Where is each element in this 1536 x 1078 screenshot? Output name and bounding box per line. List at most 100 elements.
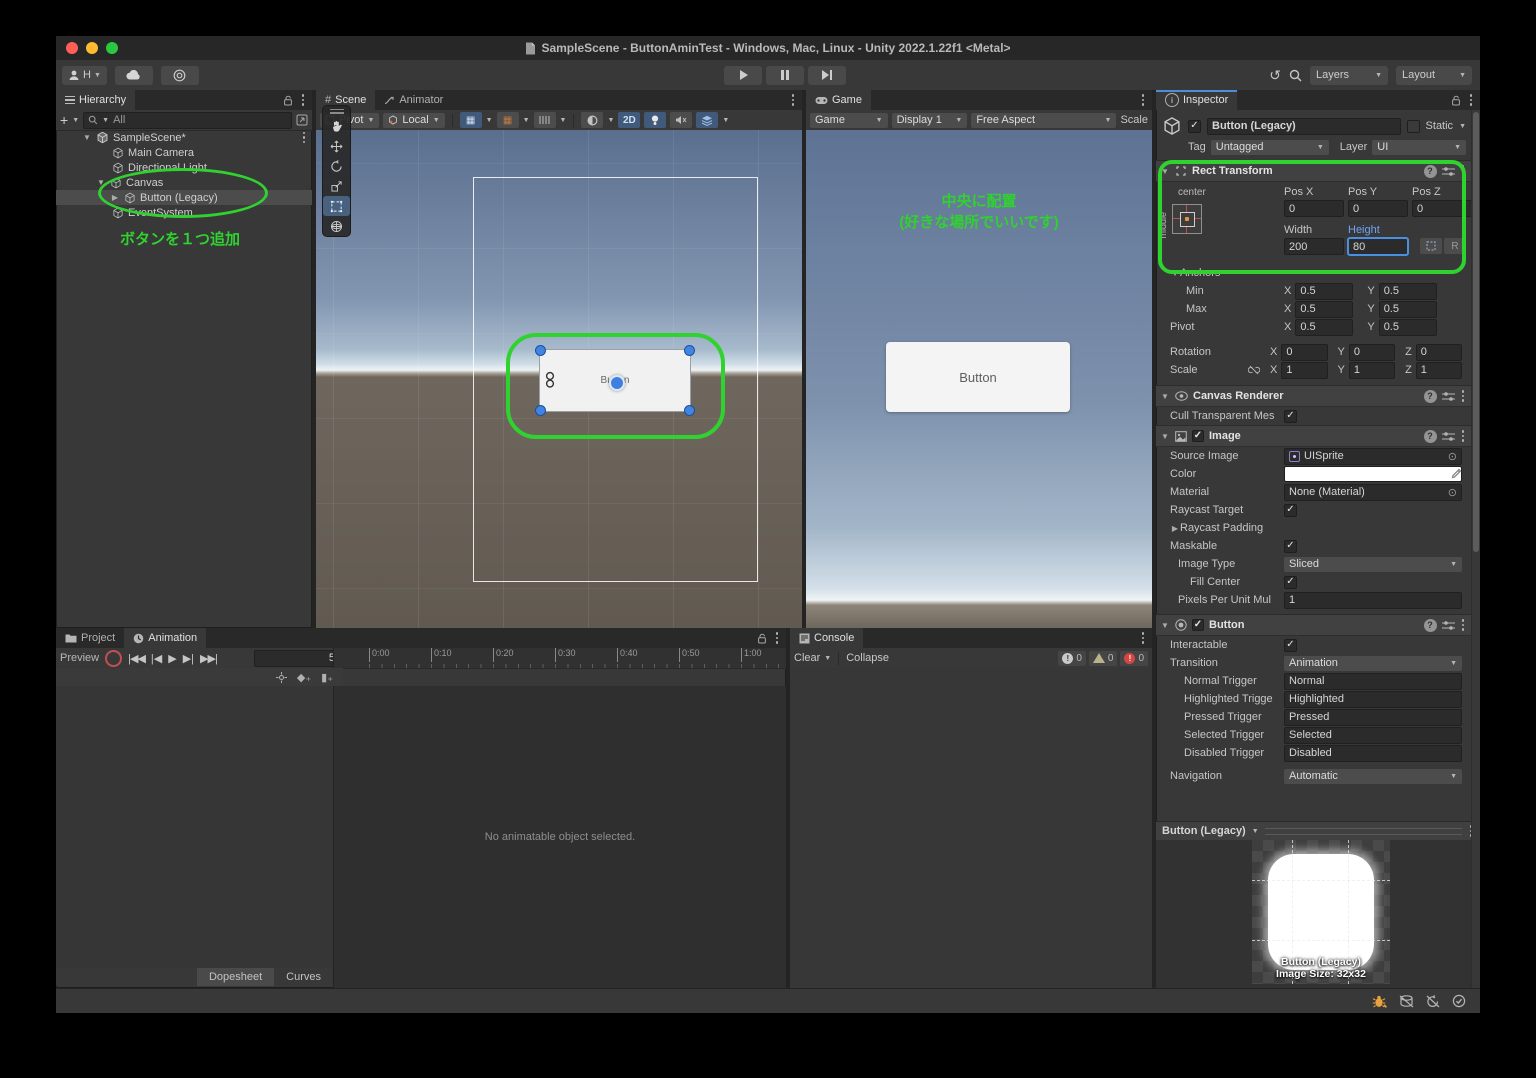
- raw-edit-button[interactable]: R: [1444, 238, 1466, 254]
- pivot-y-field[interactable]: 0.5: [1379, 319, 1437, 336]
- collapse-button[interactable]: Collapse: [846, 652, 889, 664]
- pivot-x-field[interactable]: 0.5: [1295, 319, 1353, 336]
- scale-x-field[interactable]: 1: [1281, 362, 1327, 379]
- scale-z-field[interactable]: 1: [1416, 362, 1462, 379]
- lock-icon[interactable]: [757, 633, 767, 644]
- search-icon[interactable]: [1289, 69, 1302, 82]
- anchor-min-x-field[interactable]: 0.5: [1295, 283, 1353, 300]
- component-menu-icon[interactable]: [1460, 619, 1467, 631]
- snap-increment-button[interactable]: ▦: [497, 112, 519, 128]
- anim-play-button[interactable]: ▶: [168, 652, 176, 665]
- game-button-object[interactable]: Button: [886, 342, 1070, 412]
- lock-icon[interactable]: [1451, 95, 1461, 106]
- pivot-handle[interactable]: [609, 375, 625, 391]
- presets-icon[interactable]: [1442, 620, 1455, 631]
- transform-tool[interactable]: [323, 216, 350, 236]
- hierarchy-search-input[interactable]: ▼All: [83, 112, 292, 129]
- rotation-z-field[interactable]: 0: [1416, 344, 1462, 361]
- material-field[interactable]: None (Material) ⊙: [1284, 484, 1462, 501]
- presets-icon[interactable]: [1442, 391, 1455, 402]
- inspector-scrollbar[interactable]: [1471, 110, 1480, 988]
- shading-mode-button[interactable]: [581, 112, 603, 128]
- timeline-ruler[interactable]: 0:00 0:10 0:20 0:30 0:40 0:50 1:00: [333, 648, 786, 668]
- tag-dropdown[interactable]: Untagged▼: [1211, 140, 1329, 155]
- presets-icon[interactable]: [1442, 431, 1455, 442]
- help-icon[interactable]: ?: [1424, 165, 1437, 178]
- tree-item-main-camera[interactable]: Main Camera: [56, 145, 312, 160]
- button-enabled-checkbox[interactable]: ✓: [1192, 619, 1204, 631]
- image-enabled-checkbox[interactable]: ✓: [1192, 430, 1204, 442]
- preview-toggle[interactable]: Preview: [60, 652, 99, 664]
- anchor-max-y-field[interactable]: 0.5: [1379, 301, 1437, 318]
- color-swatch[interactable]: [1284, 466, 1462, 482]
- rotate-tool[interactable]: [323, 156, 350, 176]
- source-image-field[interactable]: UISprite ⊙: [1284, 448, 1462, 465]
- preview-header[interactable]: Button (Legacy)▼: [1156, 821, 1480, 841]
- button-component-header[interactable]: ▼ ✓ Button ?: [1156, 614, 1472, 636]
- pressed-trigger-field[interactable]: Pressed: [1284, 709, 1462, 726]
- add-keyframe-icon[interactable]: ◆₊: [297, 671, 311, 684]
- last-key-button[interactable]: ▶▶|: [200, 652, 217, 665]
- pos-z-field[interactable]: 0: [1412, 200, 1472, 217]
- tree-item-eventsystem[interactable]: EventSystem: [56, 205, 312, 220]
- game-menu-icon[interactable]: [1140, 94, 1147, 106]
- animation-dopesheet-area[interactable]: No animatable object selected.: [333, 686, 786, 988]
- resize-handle-br[interactable]: [684, 405, 695, 416]
- ppu-field[interactable]: 1: [1284, 592, 1462, 609]
- tab-animation[interactable]: Animation: [124, 628, 206, 648]
- console-menu-icon[interactable]: [1140, 632, 1147, 644]
- interactable-checkbox[interactable]: ✓: [1284, 639, 1297, 652]
- foldout-icon[interactable]: ▶: [110, 193, 120, 202]
- object-picker-icon[interactable]: ⊙: [1448, 450, 1457, 463]
- canvas-renderer-header[interactable]: ▼ Canvas Renderer ?: [1156, 385, 1472, 407]
- scene-menu-icon[interactable]: [790, 94, 797, 106]
- step-button[interactable]: [808, 66, 846, 85]
- rotation-y-field[interactable]: 0: [1349, 344, 1395, 361]
- pos-x-field[interactable]: 0: [1284, 200, 1344, 217]
- static-caret-icon[interactable]: ▼: [1459, 123, 1466, 130]
- lock-icon[interactable]: [283, 95, 293, 106]
- resize-handle-bl[interactable]: [535, 405, 546, 416]
- animation-menu-icon[interactable]: [774, 632, 781, 644]
- tab-console[interactable]: Console: [790, 628, 863, 648]
- aspect-dropdown[interactable]: Free Aspect▼: [971, 113, 1116, 128]
- display-dropdown[interactable]: Display 1▼: [892, 113, 968, 128]
- shading-caret-icon[interactable]: ▼: [607, 117, 614, 124]
- undo-history-icon[interactable]: ↺: [1269, 67, 1281, 84]
- record-icon[interactable]: [105, 650, 122, 667]
- active-checkbox[interactable]: ✓: [1188, 120, 1201, 133]
- tab-game[interactable]: Game: [806, 90, 871, 110]
- lighting-toggle-button[interactable]: [644, 112, 666, 128]
- info-filter-button[interactable]: ! 0: [1058, 651, 1086, 666]
- layers-dropdown[interactable]: Layers▼: [1310, 66, 1388, 85]
- resize-handle-tl[interactable]: [535, 345, 546, 356]
- effects-caret-icon[interactable]: ▼: [722, 117, 729, 124]
- pause-button[interactable]: [766, 66, 804, 85]
- first-key-button[interactable]: |◀◀: [128, 652, 145, 665]
- animation-property-pane[interactable]: [56, 686, 333, 968]
- help-icon[interactable]: ?: [1424, 619, 1437, 632]
- tree-item-button-legacy[interactable]: ▶ Button (Legacy): [56, 190, 312, 205]
- prev-key-button[interactable]: |◀: [151, 652, 162, 665]
- window-pin-icon[interactable]: [296, 114, 308, 126]
- inspector-menu-icon[interactable]: [1468, 94, 1475, 106]
- auto-refresh-icon[interactable]: [1426, 995, 1440, 1008]
- anchor-max-x-field[interactable]: 0.5: [1295, 301, 1353, 318]
- play-button[interactable]: [724, 66, 762, 85]
- tab-animator[interactable]: Animator: [375, 90, 452, 110]
- create-caret-icon[interactable]: ▼: [72, 117, 79, 124]
- presets-icon[interactable]: [1442, 166, 1455, 177]
- move-tool[interactable]: [323, 136, 350, 156]
- highlighted-trigger-field[interactable]: Highlighted: [1284, 691, 1462, 708]
- grid-snap-button[interactable]: ▦: [460, 112, 482, 128]
- dopesheet-tab[interactable]: Dopesheet: [197, 968, 274, 986]
- help-icon[interactable]: ?: [1424, 430, 1437, 443]
- gameobject-name-field[interactable]: Button (Legacy): [1207, 118, 1401, 135]
- pos-y-field[interactable]: 0: [1348, 200, 1408, 217]
- component-menu-icon[interactable]: [1460, 430, 1467, 442]
- account-button[interactable]: H▼: [62, 66, 107, 85]
- debugger-bug-icon[interactable]: [1372, 995, 1387, 1008]
- layout-dropdown[interactable]: Layout▼: [1396, 66, 1472, 85]
- warning-filter-button[interactable]: 0: [1089, 651, 1118, 666]
- width-field[interactable]: 200: [1284, 238, 1344, 255]
